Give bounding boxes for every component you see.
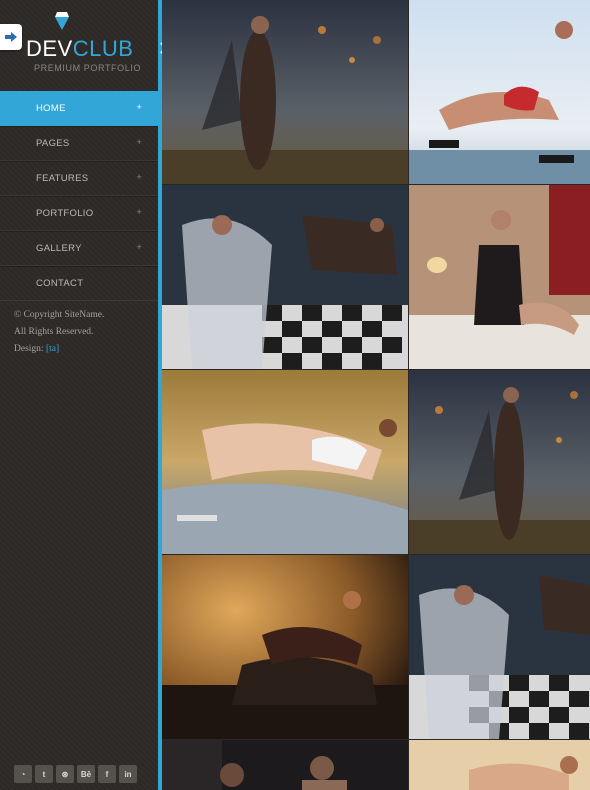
rights-text: All Rights Reserved. — [14, 327, 94, 337]
nav-item-pages[interactable]: PAGES + — [0, 126, 158, 161]
nav-item-home[interactable]: HOME + — [0, 91, 158, 126]
site-logo[interactable]: DEVCLUB PREMIUM PORTFOLIO — [26, 10, 146, 76]
expand-icon: + — [136, 242, 142, 252]
gallery-photo[interactable] — [162, 555, 408, 739]
gallery-photo[interactable] — [162, 185, 408, 369]
gallery-photo[interactable] — [409, 370, 590, 554]
nav-item-label: PORTFOLIO — [36, 208, 94, 219]
arrow-right-icon — [5, 32, 17, 42]
twitter-icon[interactable]: t — [35, 765, 53, 783]
nav-item-label: PAGES — [36, 138, 70, 149]
nav-item-label: GALLERY — [36, 243, 82, 254]
expand-icon: + — [136, 172, 142, 182]
sidebar-toggle-button[interactable] — [0, 24, 22, 50]
sidebar-footer: © Copyright SiteName. All Rights Reserve… — [14, 307, 104, 358]
copyright-text: © Copyright SiteName. — [14, 310, 105, 320]
logo-title: DEVCLUB — [26, 36, 134, 61]
expand-icon: + — [136, 102, 142, 112]
nav-item-label: HOME — [36, 103, 66, 114]
gallery-photo[interactable] — [409, 0, 590, 184]
design-label: Design: — [14, 344, 44, 354]
linkedin-icon[interactable]: in — [119, 765, 137, 783]
logo-subtitle: PREMIUM PORTFOLIO — [34, 63, 142, 73]
expand-icon: + — [136, 207, 142, 217]
expand-icon: + — [136, 137, 142, 147]
nav-item-label: CONTACT — [36, 278, 84, 289]
gallery-photo[interactable] — [162, 740, 408, 790]
gallery-photo[interactable] — [162, 0, 408, 184]
nav-item-label: FEATURES — [36, 173, 89, 184]
photo-gallery — [162, 0, 590, 790]
behance-icon[interactable]: Bē — [77, 765, 95, 783]
nav-item-features[interactable]: FEATURES + — [0, 161, 158, 196]
social-links: ◔ t ⊛ Bē f in — [14, 765, 137, 783]
diamond-icon — [55, 12, 69, 30]
gallery-photo[interactable] — [409, 555, 590, 739]
main-nav: HOME + PAGES + FEATURES + PORTFOLIO + GA… — [0, 91, 158, 301]
rss-icon[interactable]: ◔ — [14, 765, 32, 783]
gallery-photo[interactable] — [162, 370, 408, 554]
nav-item-gallery[interactable]: GALLERY + — [0, 231, 158, 266]
design-credit: Design: [ta] — [14, 341, 104, 358]
nav-item-portfolio[interactable]: PORTFOLIO + — [0, 196, 158, 231]
nav-item-contact[interactable]: CONTACT — [0, 266, 158, 301]
design-link[interactable]: [ta] — [46, 344, 59, 354]
gallery-photo[interactable] — [409, 185, 590, 369]
gallery-photo[interactable] — [409, 740, 590, 790]
dribbble-icon[interactable]: ⊛ — [56, 765, 74, 783]
sidebar: DEVCLUB PREMIUM PORTFOLIO HOME + PAGES +… — [0, 0, 158, 790]
facebook-icon[interactable]: f — [98, 765, 116, 783]
